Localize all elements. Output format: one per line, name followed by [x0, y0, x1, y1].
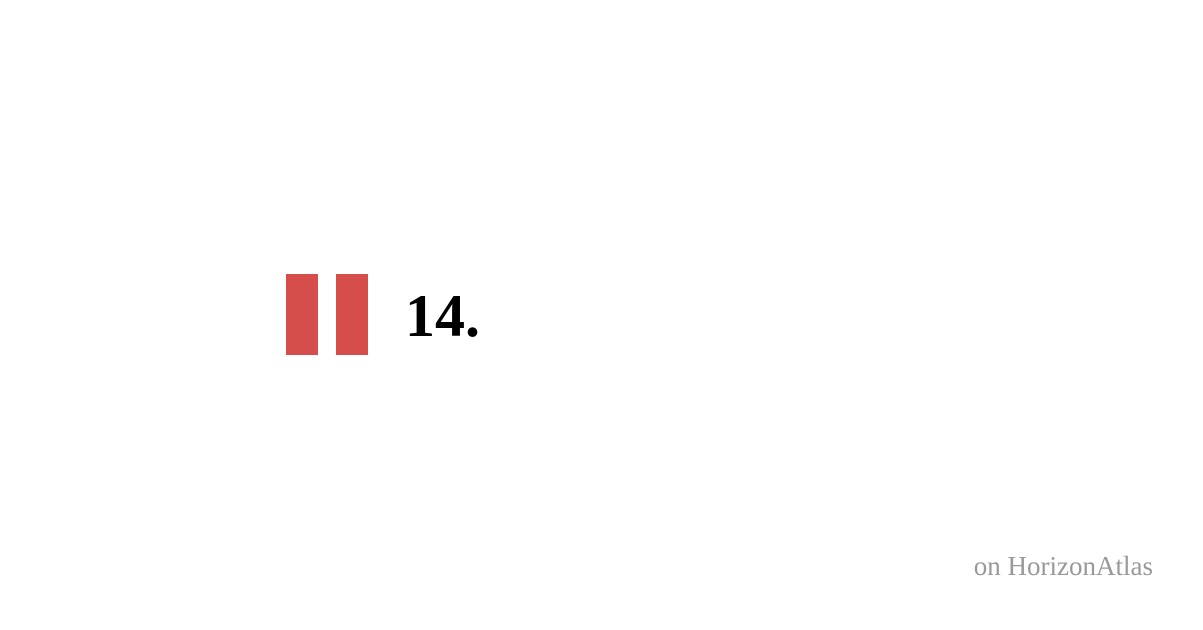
pause-icon-right-bar: [336, 274, 368, 355]
source-attribution: on HorizonAtlas: [973, 551, 1153, 581]
pause-icon-left-bar: [286, 274, 318, 355]
item-number: 14.: [405, 283, 480, 349]
pause-icon: [286, 274, 368, 355]
